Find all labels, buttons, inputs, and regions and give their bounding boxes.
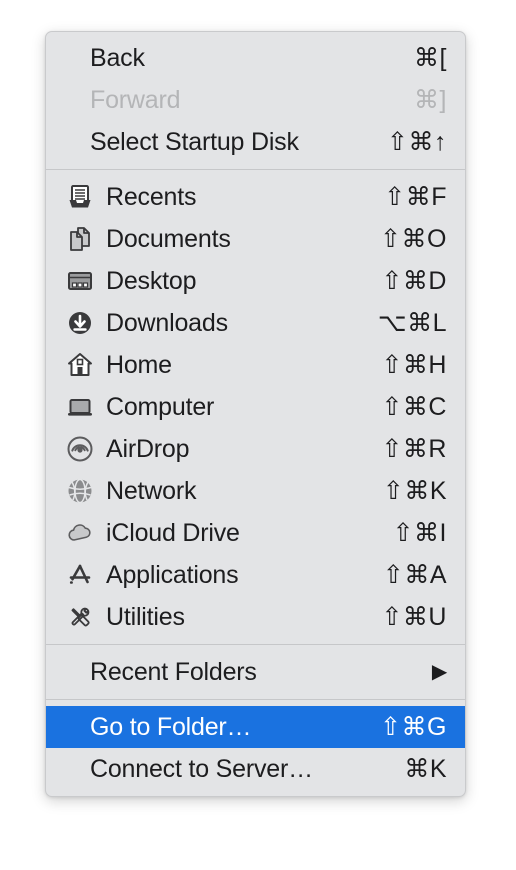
menu-item-label: Applications [106, 560, 239, 589]
utilities-tools-icon [66, 602, 104, 632]
menu-item-shortcut: ⌘] [414, 85, 447, 114]
applications-appstore-icon [66, 560, 104, 590]
menu-item-utilities[interactable]: Utilities ⇧⌘U [46, 596, 465, 638]
menu-section-destinations: Go to Folder… ⇧⌘G Connect to Server… ⌘K [46, 706, 465, 790]
home-house-icon [66, 350, 104, 380]
menu-item-shortcut: ⇧⌘D [381, 266, 447, 295]
menu-item-shortcut: ⇧⌘A [382, 560, 447, 589]
menu-item-shortcut: ⌘[ [414, 43, 447, 72]
menu-item-select-startup-disk[interactable]: Select Startup Disk ⇧⌘↑ [46, 121, 465, 163]
menu-item-label: Select Startup Disk [90, 127, 299, 156]
menu-item-label: Back [90, 43, 145, 72]
menu-item-airdrop[interactable]: AirDrop ⇧⌘R [46, 428, 465, 470]
menu-item-label: AirDrop [106, 434, 190, 463]
menu-item-downloads[interactable]: Downloads ⌥⌘L [46, 302, 465, 344]
menu-item-shortcut: ⇧⌘K [382, 476, 447, 505]
menu-item-shortcut: ⇧⌘G [380, 712, 447, 741]
menu-item-icloud-drive[interactable]: iCloud Drive ⇧⌘I [46, 512, 465, 554]
menu-item-shortcut: ⌥⌘L [377, 308, 447, 337]
menu-item-shortcut: ⇧⌘U [381, 602, 447, 631]
menu-item-label: Downloads [106, 308, 228, 337]
menu-item-home[interactable]: Home ⇧⌘H [46, 344, 465, 386]
menu-item-label: Desktop [106, 266, 197, 295]
menu-item-shortcut: ⇧⌘R [381, 434, 447, 463]
menu-item-shortcut: ⇧⌘I [392, 518, 447, 547]
menu-separator [46, 699, 465, 700]
menu-item-shortcut: ⌘K [404, 754, 447, 783]
menu-item-applications[interactable]: Applications ⇧⌘A [46, 554, 465, 596]
menu-item-label: Home [106, 350, 172, 379]
computer-laptop-icon [66, 392, 104, 422]
menu-item-label: iCloud Drive [106, 518, 240, 547]
menu-separator [46, 644, 465, 645]
menu-item-forward: Forward ⌘] [46, 79, 465, 121]
menu-item-shortcut: ⇧⌘H [381, 350, 447, 379]
downloads-arrow-icon [66, 308, 104, 338]
menu-item-label: Utilities [106, 602, 185, 631]
menu-item-label: Documents [106, 224, 231, 253]
menu-item-network[interactable]: Network ⇧⌘K [46, 470, 465, 512]
menu-item-label: Connect to Server… [90, 754, 313, 783]
menu-item-documents[interactable]: Documents ⇧⌘O [46, 218, 465, 260]
menu-item-shortcut: ⇧⌘C [381, 392, 447, 421]
menu-item-recent-folders[interactable]: Recent Folders ▶ [46, 651, 465, 693]
menu-item-shortcut: ⇧⌘↑ [387, 127, 447, 156]
recents-tray-icon [66, 182, 104, 212]
menu-item-recents[interactable]: Recents ⇧⌘F [46, 176, 465, 218]
menu-separator [46, 169, 465, 170]
menu-item-label: Forward [90, 85, 181, 114]
menu-item-go-to-folder[interactable]: Go to Folder… ⇧⌘G [46, 706, 465, 748]
airdrop-waves-icon [66, 434, 104, 464]
submenu-arrow-icon: ▶ [431, 661, 447, 683]
menu-item-label: Computer [106, 392, 215, 421]
menu-section-locations: Recents ⇧⌘F Documents ⇧⌘O Desktop ⇧⌘D Downl… [46, 176, 465, 638]
menu-item-computer[interactable]: Computer ⇧⌘C [46, 386, 465, 428]
menu-item-back[interactable]: Back ⌘[ [46, 37, 465, 79]
desktop-desk-icon [66, 266, 104, 296]
documents-pages-icon [66, 224, 104, 254]
menu-item-label: Recents [106, 182, 197, 211]
network-globe-icon [66, 476, 104, 506]
menu-item-shortcut: ⇧⌘F [384, 182, 447, 211]
finder-go-menu: Back ⌘[ Forward ⌘] Select Startup Disk ⇧⌘↑ Re… [45, 31, 466, 797]
menu-item-label: Recent Folders [90, 657, 257, 686]
menu-item-shortcut: ⇧⌘O [380, 224, 447, 253]
menu-item-label: Network [106, 476, 197, 505]
menu-item-connect-to-server[interactable]: Connect to Server… ⌘K [46, 748, 465, 790]
menu-item-desktop[interactable]: Desktop ⇧⌘D [46, 260, 465, 302]
menu-section-navigation: Back ⌘[ Forward ⌘] Select Startup Disk ⇧⌘↑ [46, 37, 465, 163]
menu-item-label: Go to Folder… [90, 712, 252, 741]
icloud-cloud-icon [66, 518, 104, 548]
menu-section-recent-folders: Recent Folders ▶ [46, 651, 465, 693]
